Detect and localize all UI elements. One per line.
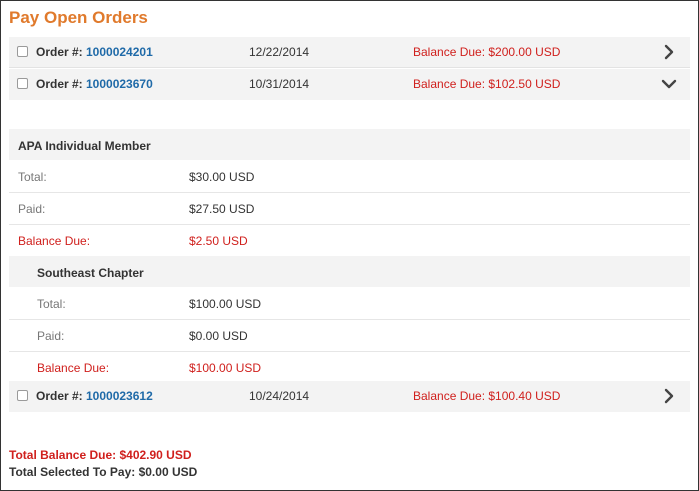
order-date: 10/31/2014	[249, 77, 310, 91]
balance-due-value: $100.00 USD	[189, 361, 262, 375]
order-item-total-row: Total: $100.00 USD	[9, 288, 690, 320]
order-label: Order #:	[36, 77, 83, 91]
order-item-header: APA Individual Member	[9, 129, 690, 160]
paid-label: Paid:	[37, 329, 65, 343]
order-item-header: Southeast Chapter	[9, 256, 690, 287]
order-row[interactable]: Order #: 1000024201 12/22/2014 Balance D…	[9, 37, 690, 68]
order-item-balance-row: Balance Due: $100.00 USD	[9, 352, 690, 384]
page-title: Pay Open Orders	[9, 8, 148, 27]
order-number-link[interactable]: 1000024201	[86, 45, 153, 59]
total-value: $30.00 USD	[189, 170, 255, 184]
order-checkbox[interactable]	[17, 78, 28, 89]
order-balance-due: Balance Due: $200.00 USD	[413, 45, 561, 59]
order-checkbox[interactable]	[17, 46, 28, 57]
balance-due-value: $2.50 USD	[189, 234, 248, 248]
order-balance-due: Balance Due: $100.40 USD	[413, 389, 561, 403]
total-label: Total:	[18, 170, 47, 184]
order-item-paid-row: Paid: $0.00 USD	[9, 320, 690, 352]
pay-open-orders-panel: Pay Open Orders Order #: 1000024201 12/2…	[0, 0, 699, 491]
order-date: 10/24/2014	[249, 389, 310, 403]
paid-value: $0.00 USD	[189, 329, 248, 343]
order-label: Order #:	[36, 389, 83, 403]
total-value: $100.00 USD	[189, 297, 262, 311]
order-number-link[interactable]: 1000023612	[86, 389, 153, 403]
chevron-right-icon[interactable]	[661, 388, 677, 404]
order-item-paid-row: Paid: $27.50 USD	[9, 193, 690, 225]
order-date: 12/22/2014	[249, 45, 310, 59]
order-number-link[interactable]: 1000023670	[86, 77, 153, 91]
order-row[interactable]: Order #: 1000023670 10/31/2014 Balance D…	[9, 69, 690, 100]
paid-value: $27.50 USD	[189, 202, 255, 216]
balance-due-label: Balance Due:	[37, 361, 110, 375]
paid-label: Paid:	[18, 202, 46, 216]
chevron-down-icon[interactable]	[661, 76, 677, 92]
order-balance-due: Balance Due: $102.50 USD	[413, 77, 561, 91]
total-selected-to-pay: Total Selected To Pay: $0.00 USD	[9, 465, 198, 479]
order-item-total-row: Total: $30.00 USD	[9, 161, 690, 193]
balance-due-label: Balance Due:	[18, 234, 91, 248]
order-label: Order #:	[36, 45, 83, 59]
chevron-right-icon[interactable]	[661, 44, 677, 60]
total-label: Total:	[37, 297, 66, 311]
order-checkbox[interactable]	[17, 390, 28, 401]
total-balance-due: Total Balance Due: $402.90 USD	[9, 448, 192, 462]
order-item-balance-row: Balance Due: $2.50 USD	[9, 225, 690, 257]
order-row[interactable]: Order #: 1000023612 10/24/2014 Balance D…	[9, 381, 690, 412]
